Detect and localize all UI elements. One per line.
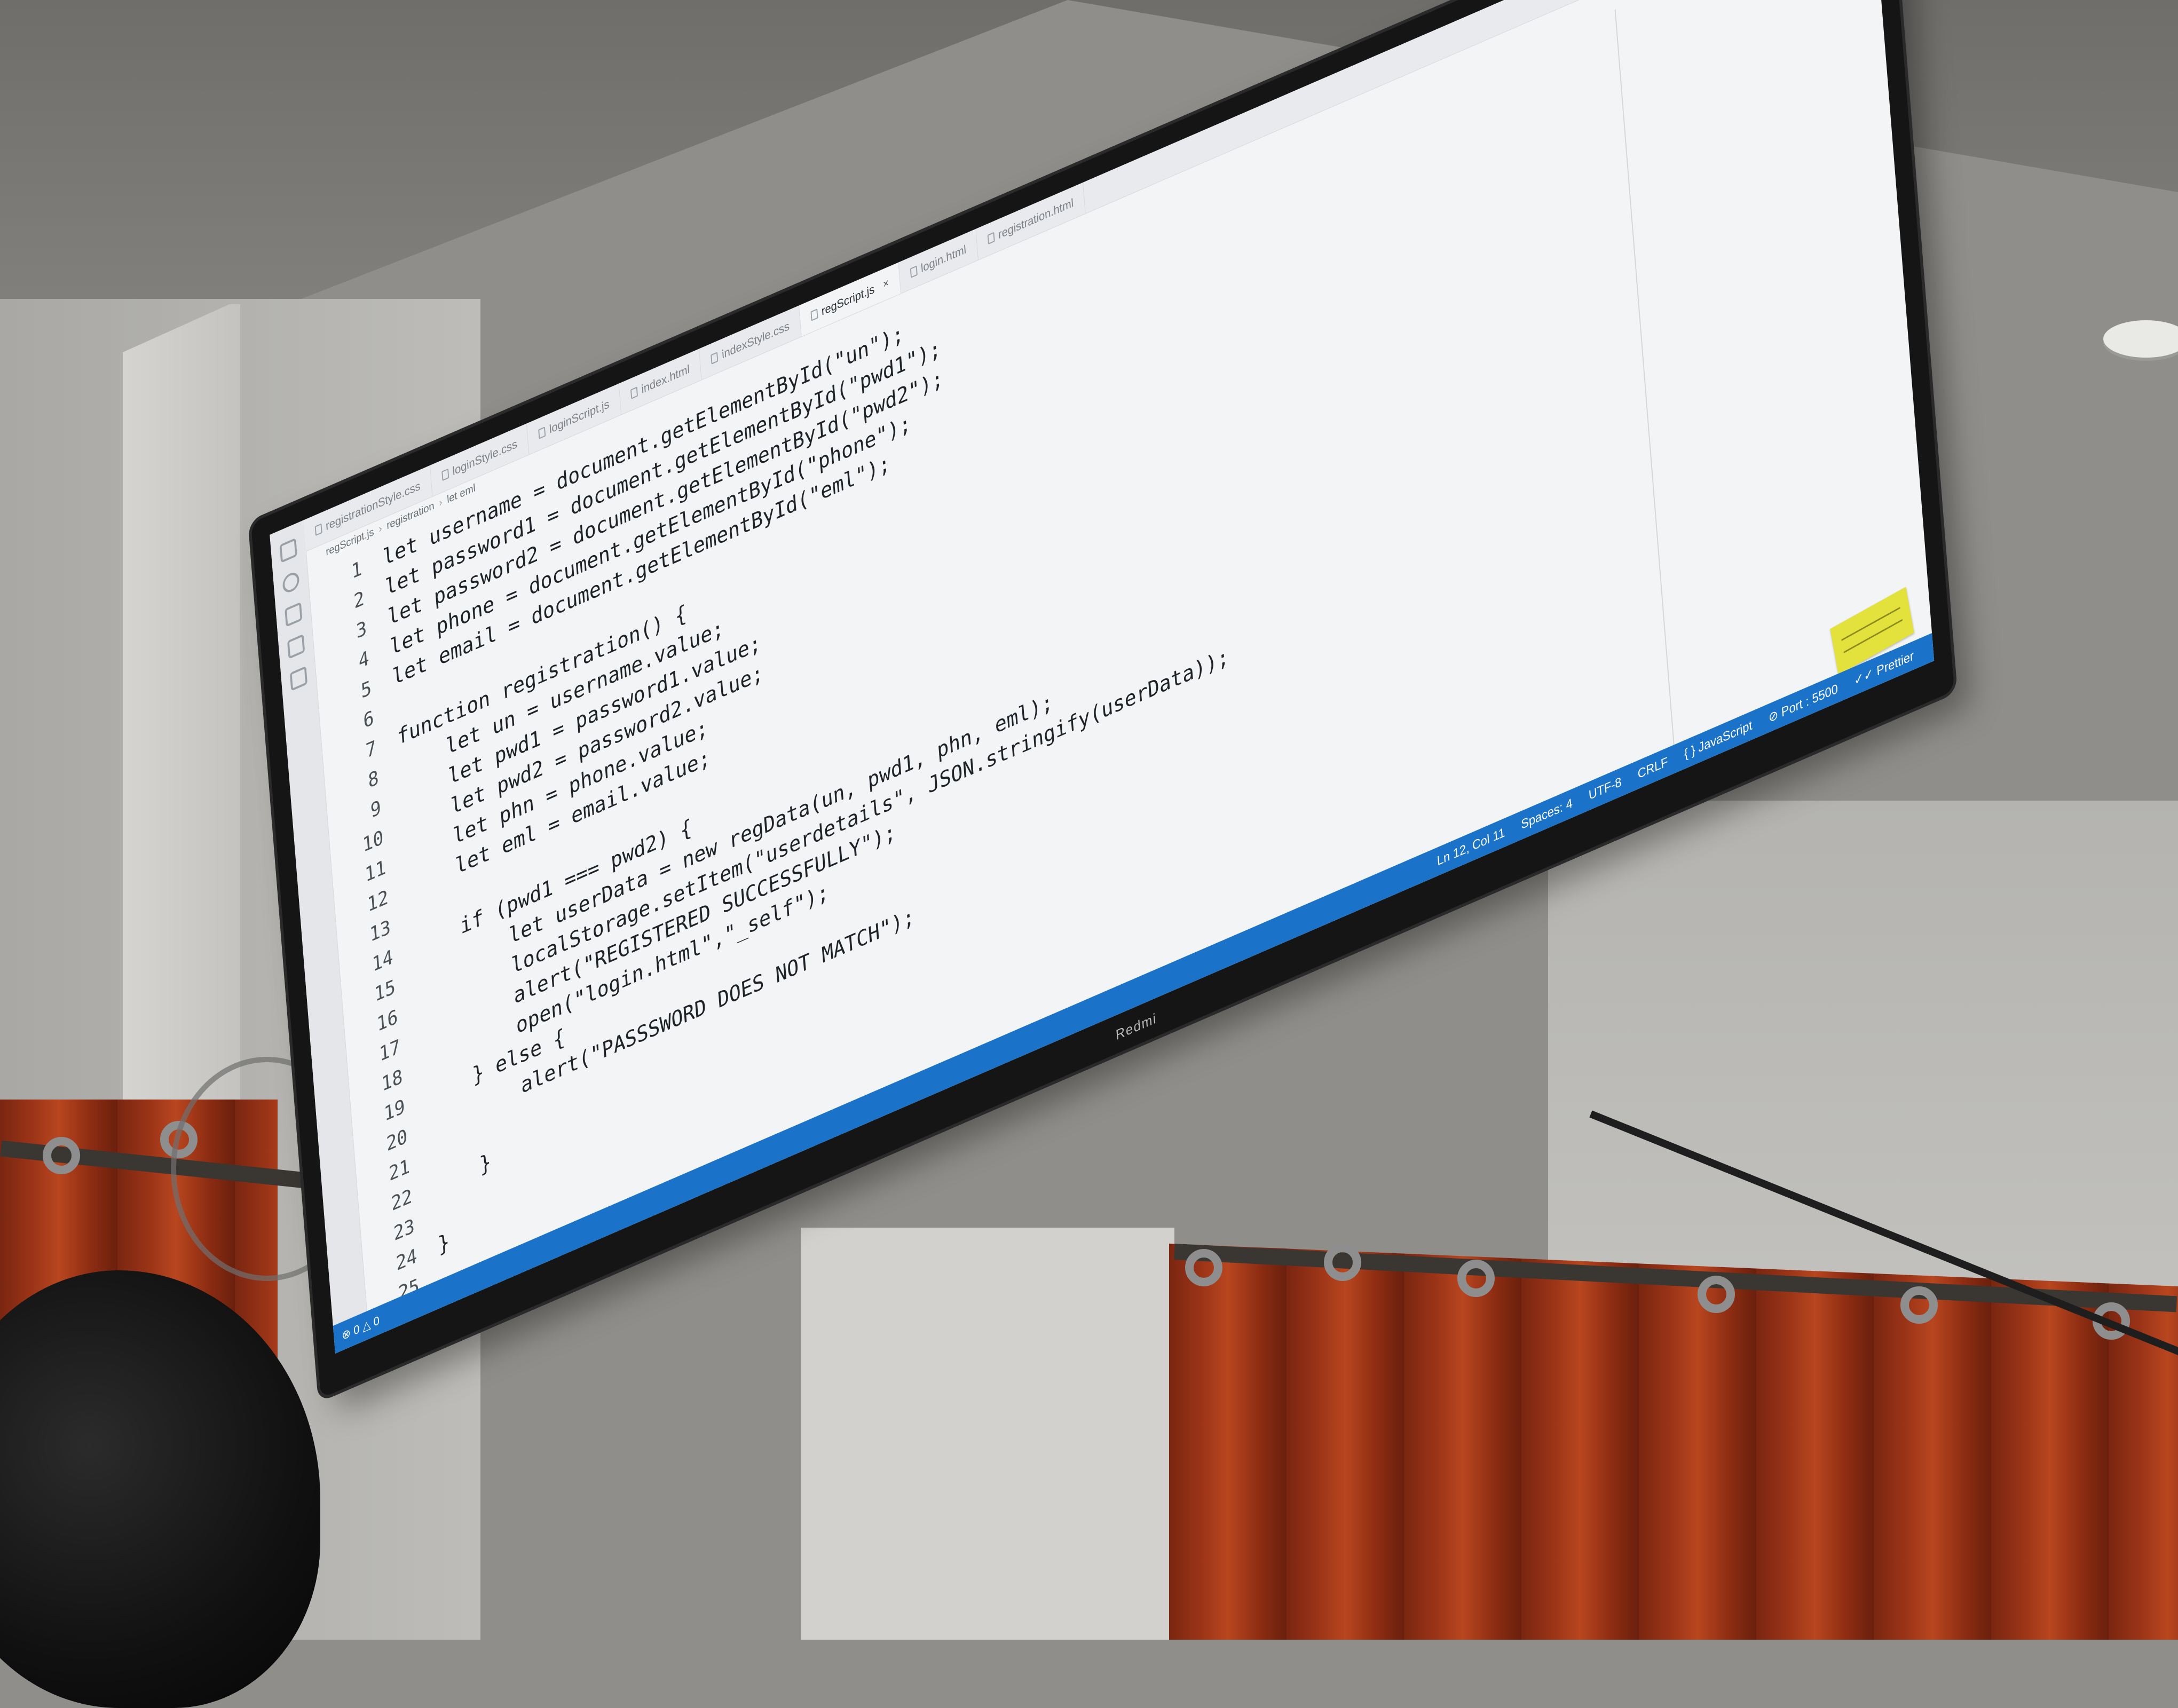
file-icon <box>987 232 995 245</box>
code-text: } <box>437 1229 451 1259</box>
chevron-right-icon: › <box>438 496 443 509</box>
search-icon[interactable] <box>282 570 300 595</box>
curtain-ring <box>1698 1276 1735 1313</box>
run-debug-icon[interactable] <box>287 634 305 659</box>
line-ending[interactable]: CRLF <box>1637 754 1669 782</box>
file-icon <box>711 352 719 365</box>
explorer-icon[interactable] <box>279 537 297 563</box>
center-wall <box>801 1228 1174 1640</box>
file-icon <box>441 468 449 481</box>
file-icon <box>314 523 322 536</box>
extensions-icon[interactable] <box>289 666 308 691</box>
wall-lamp <box>2103 320 2178 358</box>
curtain-ring <box>1324 1244 1361 1281</box>
chevron-right-icon: › <box>378 522 383 535</box>
file-icon <box>810 309 818 321</box>
curtain-ring <box>43 1137 80 1174</box>
file-icon <box>538 426 546 439</box>
curtain-ring <box>1185 1249 1222 1286</box>
curtain-ring <box>1900 1286 1938 1324</box>
file-icon <box>630 386 638 399</box>
close-icon[interactable]: × <box>882 276 889 291</box>
curtain-ring <box>1457 1260 1495 1297</box>
source-control-icon[interactable] <box>285 602 303 627</box>
file-icon <box>910 265 918 278</box>
